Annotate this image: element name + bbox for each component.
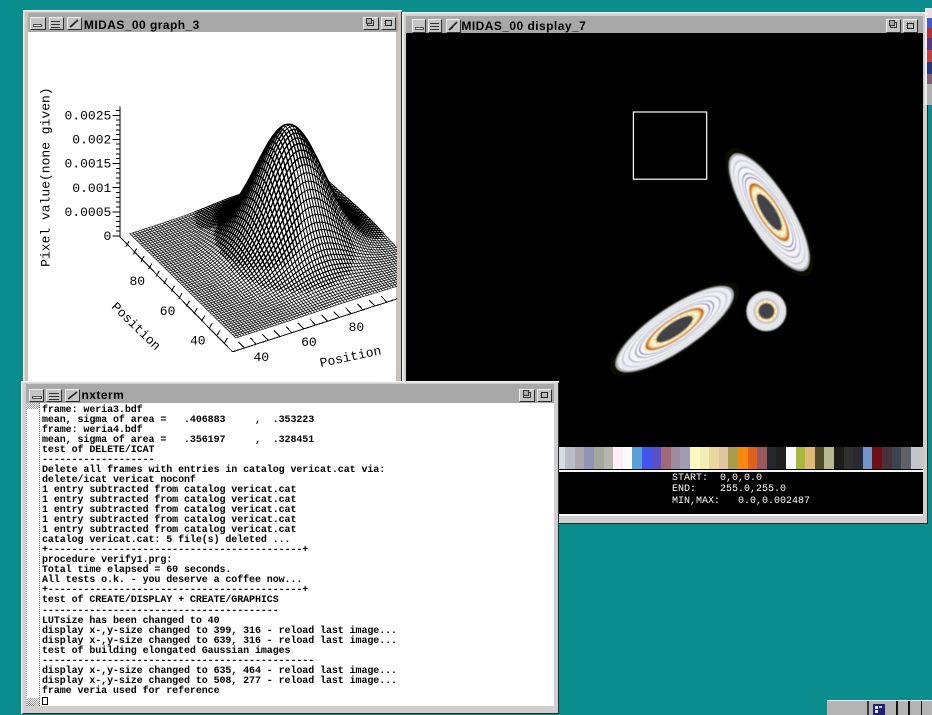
svg-text:0.0015: 0.0015: [64, 157, 111, 172]
svg-text:40: 40: [253, 351, 269, 366]
svg-text:0.001: 0.001: [72, 181, 111, 196]
svg-text:Position: Position: [318, 344, 382, 372]
svg-text:80: 80: [348, 320, 364, 335]
svg-text:0: 0: [103, 229, 111, 244]
svg-text:40: 40: [190, 334, 206, 349]
svg-text:Position: Position: [108, 300, 163, 354]
svg-text:0.0025: 0.0025: [64, 109, 111, 124]
svg-text:80: 80: [129, 274, 145, 289]
svg-text:0.0005: 0.0005: [64, 205, 111, 220]
svg-text:0.002: 0.002: [72, 133, 111, 148]
svg-text:60: 60: [301, 335, 317, 350]
svg-text:60: 60: [159, 304, 175, 319]
svg-text:Pixel value(none given): Pixel value(none given): [38, 88, 53, 267]
